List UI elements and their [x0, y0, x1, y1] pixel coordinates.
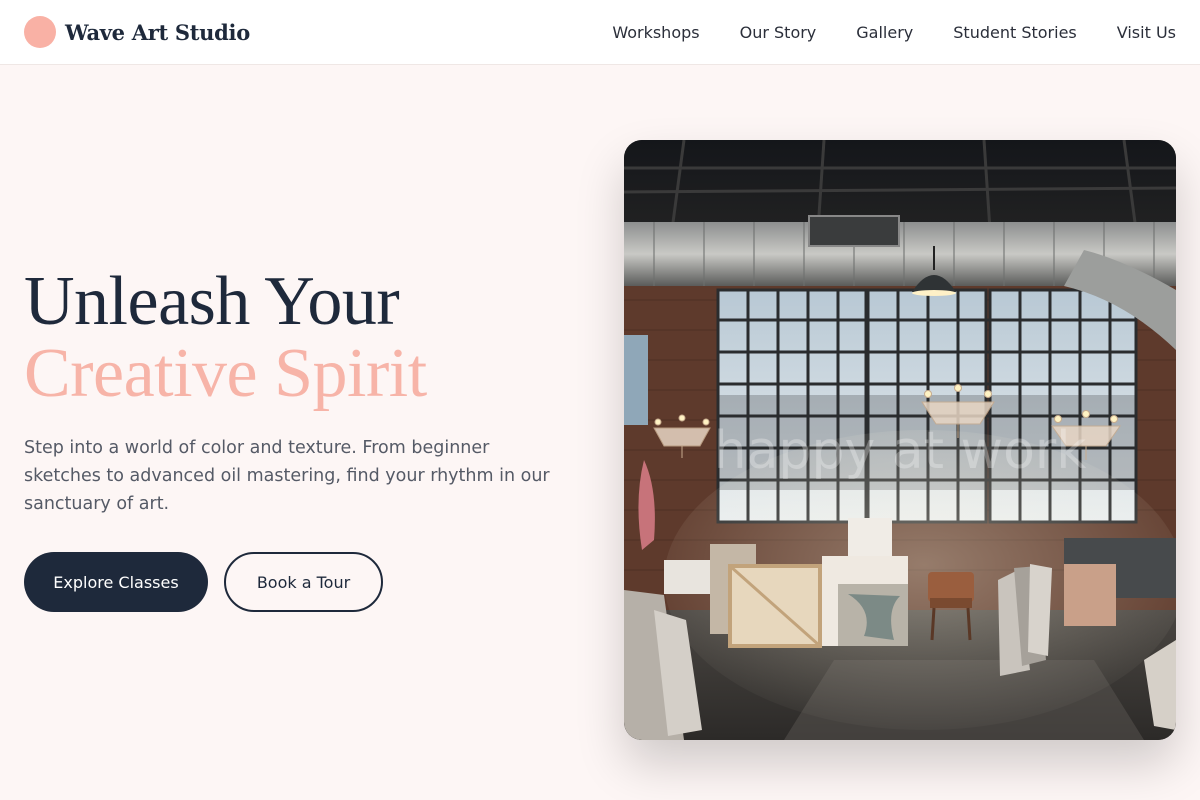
headline-line-1: Unleash Your	[24, 263, 400, 340]
hero-actions: Explore Classes Book a Tour	[24, 552, 584, 612]
hero-content: Unleash Your Creative Spirit Step into a…	[24, 266, 584, 612]
nav-link-student-stories[interactable]: Student Stories	[953, 23, 1077, 42]
brand-logo-dot	[24, 16, 56, 48]
image-watermark-text: happy at work	[714, 421, 1087, 481]
studio-photo: happy at work	[624, 140, 1176, 740]
hero-description: Step into a world of color and texture. …	[24, 438, 550, 514]
hero-headline: Unleash Your Creative Spirit	[24, 266, 584, 410]
book-tour-button[interactable]: Book a Tour	[224, 552, 383, 612]
nav-link-gallery[interactable]: Gallery	[856, 23, 913, 42]
nav-link-workshops[interactable]: Workshops	[612, 23, 699, 42]
headline-line-2: Creative Spirit	[24, 335, 427, 412]
nav-links: Workshops Our Story Gallery Student Stor…	[612, 23, 1176, 42]
brand[interactable]: Wave Art Studio	[24, 16, 250, 48]
explore-classes-button[interactable]: Explore Classes	[24, 552, 208, 612]
top-navigation: Wave Art Studio Workshops Our Story Gall…	[0, 0, 1200, 65]
nav-link-our-story[interactable]: Our Story	[740, 23, 817, 42]
brand-name: Wave Art Studio	[65, 19, 250, 45]
studio-illustration: happy at work	[624, 140, 1176, 740]
nav-link-visit-us[interactable]: Visit Us	[1117, 23, 1176, 42]
